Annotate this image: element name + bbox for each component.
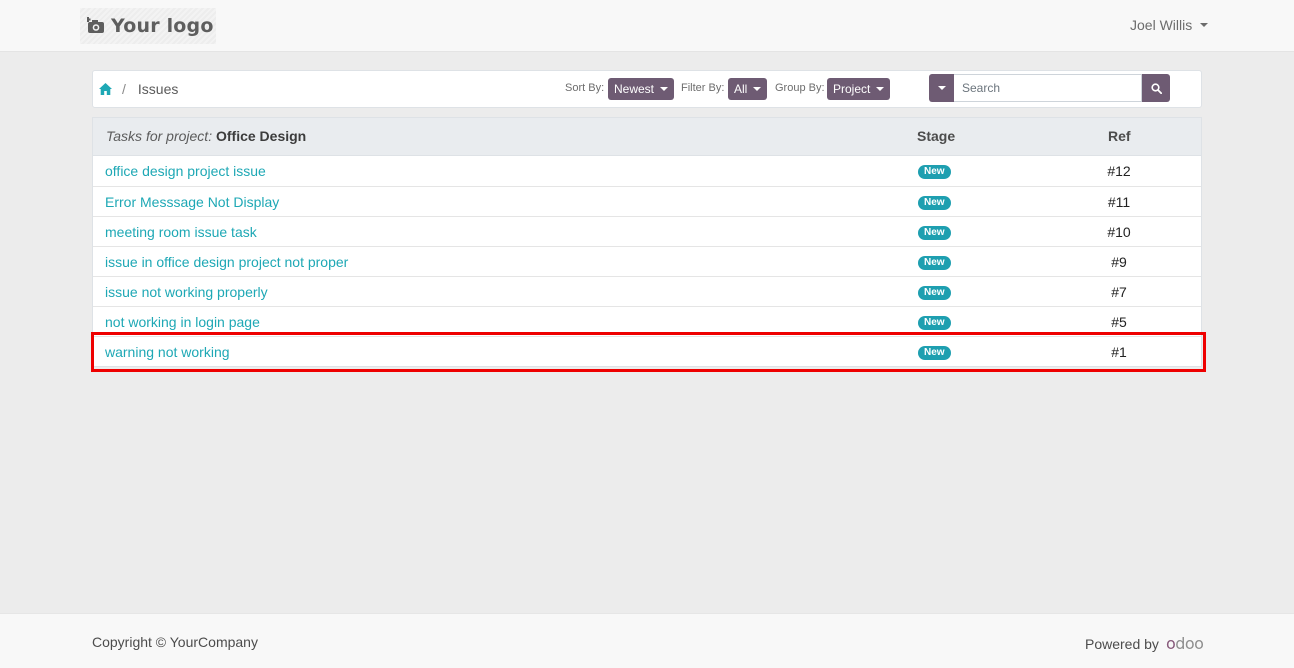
search-options-toggle[interactable]	[929, 74, 954, 102]
table-body: office design project issue New #12 Error M…	[93, 156, 1201, 366]
task-ref: #1	[1111, 344, 1127, 360]
filter-by-label: Filter By:	[681, 82, 725, 94]
column-header-ref: Ref	[1108, 128, 1131, 144]
task-ref: #7	[1111, 284, 1127, 300]
odoo-logo-rest: doo	[1175, 634, 1204, 653]
task-link[interactable]: issue in office design project not prope…	[105, 254, 348, 270]
table-row: meeting room issue task New #10	[93, 216, 1201, 246]
table-title: Tasks for project: Office Design	[106, 128, 306, 144]
task-link[interactable]: warning not working	[105, 344, 230, 360]
user-menu-dropdown[interactable]: Joel Willis	[1130, 17, 1209, 33]
task-ref: #12	[1107, 163, 1131, 179]
table-row: Error Messsage Not Display New #11	[93, 186, 1201, 216]
task-link[interactable]: meeting room issue task	[105, 224, 257, 240]
caret-down-icon	[753, 87, 762, 91]
stage-badge: New	[918, 286, 951, 300]
stage-badge: New	[918, 196, 951, 210]
search-input[interactable]	[954, 74, 1142, 102]
task-ref: #10	[1107, 224, 1131, 240]
column-header-stage: Stage	[917, 128, 956, 144]
table-header: Tasks for project: Office Design Stage R…	[93, 118, 1201, 156]
filter-by-dropdown[interactable]: All	[728, 78, 768, 100]
search-button[interactable]	[1142, 74, 1170, 102]
table-row: issue not working properly New #7	[93, 276, 1201, 306]
sort-by-dropdown[interactable]: Newest	[608, 78, 675, 100]
caret-down-icon	[660, 87, 669, 91]
task-link[interactable]: Error Messsage Not Display	[105, 194, 279, 210]
user-name: Joel Willis	[1130, 17, 1193, 33]
caret-down-icon	[1200, 23, 1209, 27]
top-navbar: Your logo Joel Willis	[0, 0, 1294, 52]
camera-icon	[87, 17, 104, 33]
caret-down-icon	[937, 86, 946, 90]
group-by-label: Group By:	[775, 82, 825, 94]
stage-badge: New	[918, 256, 951, 270]
task-ref: #9	[1111, 254, 1127, 270]
sort-by-label: Sort By:	[565, 82, 605, 94]
table-row: issue in office design project not prope…	[93, 246, 1201, 276]
home-icon[interactable]	[99, 83, 112, 95]
breadcrumb-current: Issues	[137, 81, 179, 97]
breadcrumb: / Issues	[99, 81, 178, 97]
filter-by-value: All	[734, 82, 748, 96]
odoo-logo[interactable]: odoo	[1166, 634, 1204, 653]
task-link[interactable]: not working in login page	[105, 314, 260, 330]
copyright-text: Copyright © YourCompany	[92, 634, 258, 650]
company-logo[interactable]: Your logo	[80, 8, 216, 44]
stage-badge: New	[918, 226, 951, 240]
portal-toolbar: / Issues Sort By: Newest Filter By: All …	[92, 70, 1202, 108]
stage-badge: New	[918, 316, 951, 330]
stage-badge: New	[918, 165, 951, 179]
sort-by-value: Newest	[614, 82, 655, 96]
table-row: office design project issue New #12	[93, 156, 1201, 186]
tasks-table: Tasks for project: Office Design Stage R…	[92, 117, 1202, 367]
task-ref: #11	[1107, 194, 1131, 210]
task-ref: #5	[1111, 314, 1127, 330]
breadcrumb-separator: /	[122, 81, 126, 97]
odoo-logo-first-letter: o	[1165, 634, 1176, 653]
search-icon	[1150, 82, 1162, 94]
footer: Copyright © YourCompany Powered by odoo	[0, 613, 1294, 668]
project-name: Office Design	[215, 128, 307, 144]
caret-down-icon	[876, 87, 885, 91]
group-by-value: Project	[833, 82, 871, 96]
task-link[interactable]: issue not working properly	[105, 284, 268, 300]
title-prefix: Tasks for project:	[106, 128, 213, 144]
table-row: warning not working New #1	[93, 336, 1201, 366]
stage-badge: New	[918, 346, 951, 360]
task-link[interactable]: office design project issue	[105, 163, 266, 179]
logo-text: Your logo	[111, 15, 214, 37]
table-row: not working in login page New #5	[93, 306, 1201, 336]
powered-by-label: Powered by	[1085, 635, 1159, 652]
group-by-dropdown[interactable]: Project	[827, 78, 891, 100]
powered-by: Powered by odoo	[1085, 634, 1204, 653]
